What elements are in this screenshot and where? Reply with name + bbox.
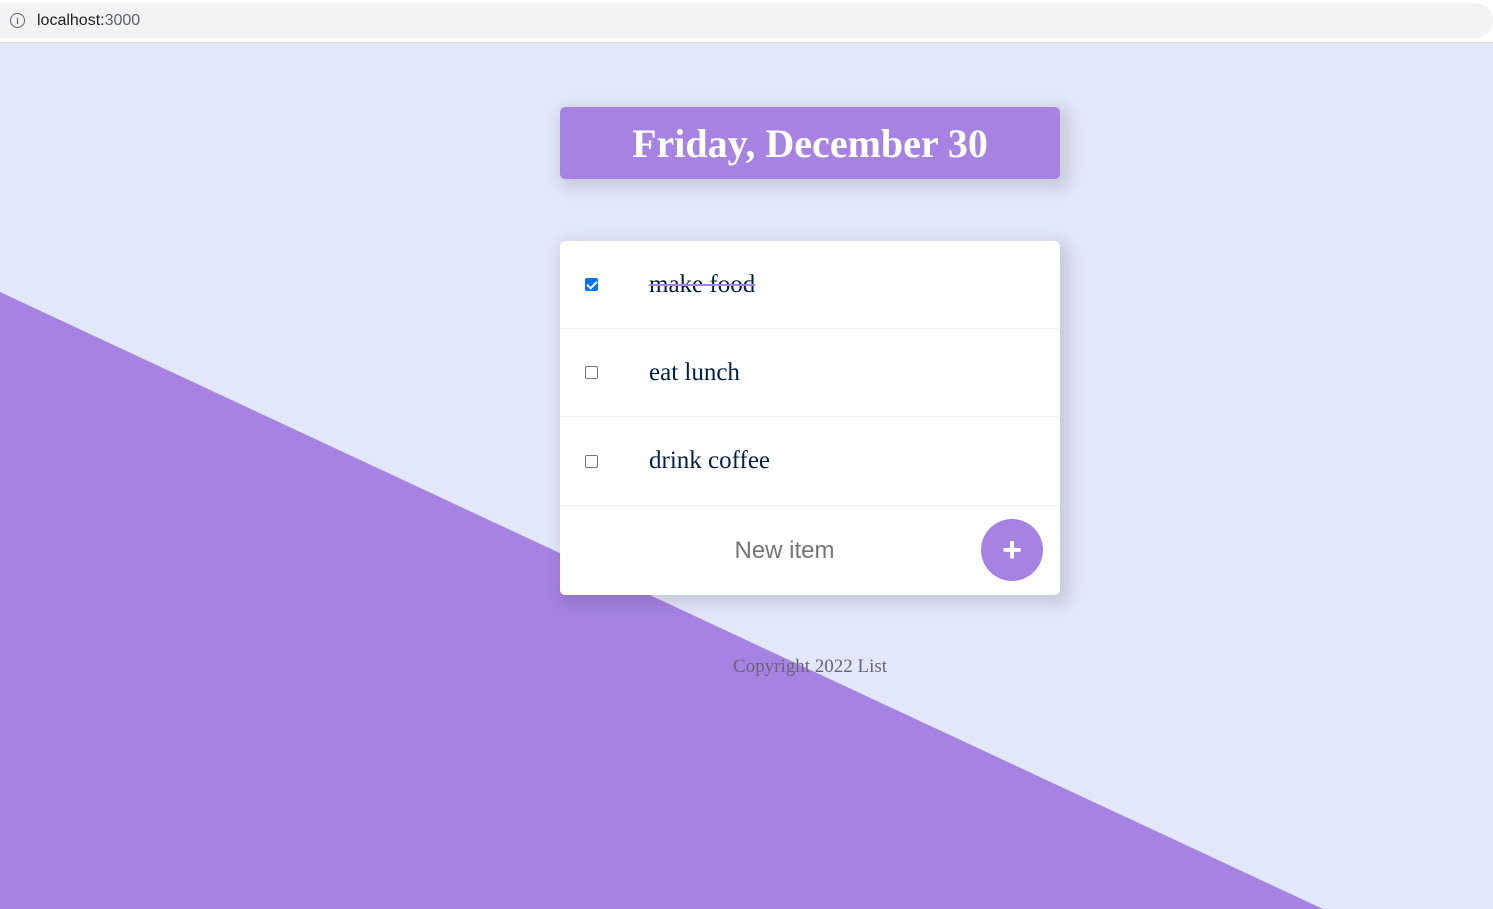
list-item: make food bbox=[560, 241, 1060, 329]
footer-copyright: Copyright 2022 List bbox=[732, 656, 888, 677]
todo-list-card: make food eat lunch drink coffee + bbox=[560, 241, 1060, 595]
url-host: localhost: bbox=[37, 11, 105, 29]
item-checkbox[interactable] bbox=[585, 366, 598, 379]
url-text[interactable]: localhost:3000 bbox=[37, 12, 140, 30]
new-item-input[interactable] bbox=[680, 528, 889, 574]
url-port: 3000 bbox=[104, 11, 141, 29]
item-checkbox[interactable] bbox=[585, 454, 598, 468]
browser-toolbar: i localhost:3000 bbox=[0, 0, 1493, 43]
list-item: drink coffee bbox=[560, 417, 1060, 506]
item-label: make food bbox=[649, 270, 756, 298]
date-heading-box: Friday, December 30 bbox=[560, 107, 1060, 179]
list-item: eat lunch bbox=[560, 329, 1060, 417]
item-label: eat lunch bbox=[649, 358, 740, 386]
new-item-form: + bbox=[560, 506, 1060, 595]
info-icon[interactable]: i bbox=[10, 13, 25, 28]
item-label: drink coffee bbox=[649, 447, 771, 474]
add-item-button[interactable]: + bbox=[981, 519, 1043, 581]
address-bar[interactable]: i localhost:3000 bbox=[0, 3, 1493, 38]
item-checkbox[interactable] bbox=[585, 278, 598, 291]
date-heading: Friday, December 30 bbox=[632, 120, 988, 166]
